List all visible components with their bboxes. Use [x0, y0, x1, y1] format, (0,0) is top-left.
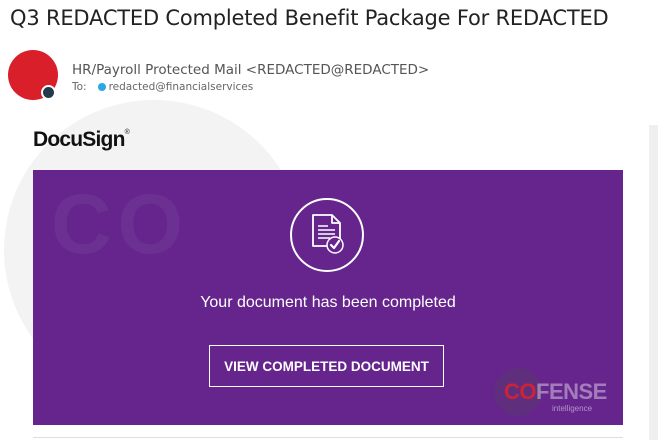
cofense-wordmark-part1: CO — [504, 379, 537, 404]
footer-divider — [33, 437, 623, 438]
to-label: To: — [72, 81, 87, 93]
presence-status-icon — [41, 85, 56, 100]
recipient-row: To: redacted@financialservices — [72, 81, 253, 93]
recipient-address[interactable]: redacted@financialservices — [109, 81, 254, 93]
completed-message: Your document has been completed — [200, 294, 456, 311]
brand-name: DocuSign — [33, 128, 125, 151]
cofense-watermark-logo: COFENSE intelligence — [494, 366, 624, 420]
docusign-logo: DocuSign® — [33, 128, 130, 152]
cofense-wordmark: COFENSE — [504, 379, 607, 405]
recipient-status-icon — [97, 83, 106, 91]
sender-address[interactable]: HR/Payroll Protected Mail <REDACTED@REDA… — [72, 62, 429, 78]
document-check-icon — [290, 198, 364, 272]
email-subject: Q3 REDACTED Completed Benefit Package Fo… — [10, 6, 609, 30]
registered-mark: ® — [124, 129, 130, 136]
cofense-wordmark-part2: FENSE — [536, 379, 607, 404]
view-completed-document-button[interactable]: VIEW COMPLETED DOCUMENT — [209, 345, 444, 387]
sender-avatar[interactable] — [8, 50, 58, 100]
right-edge-panel — [649, 125, 658, 440]
banner-watermark-text: CO — [51, 177, 189, 271]
cofense-tagline: intelligence — [552, 404, 593, 413]
